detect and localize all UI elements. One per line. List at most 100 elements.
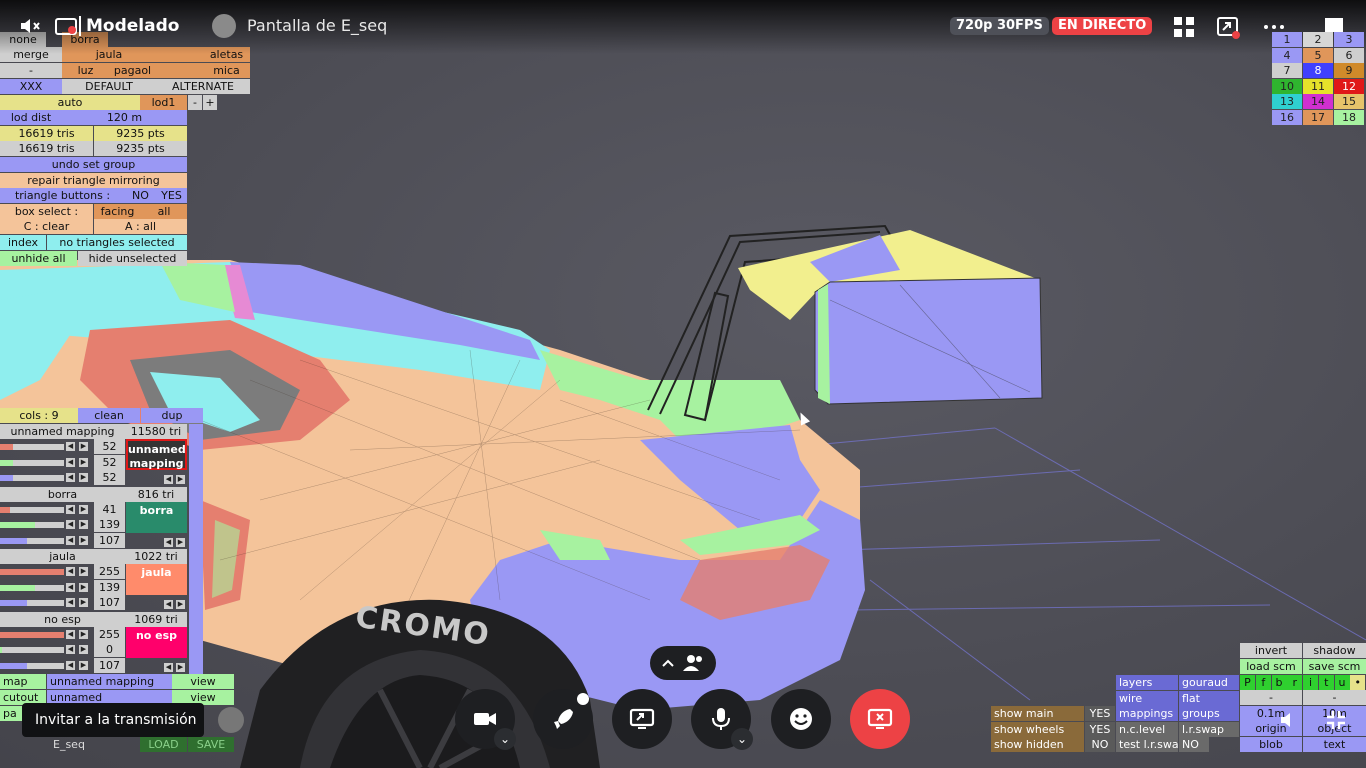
speaker-muted-icon[interactable] bbox=[18, 14, 42, 38]
decrement-arrow[interactable]: ◀ bbox=[66, 457, 75, 467]
group-8-button[interactable]: 8 bbox=[1303, 63, 1333, 78]
swatch-prev-arrow[interactable]: ◀ bbox=[164, 475, 173, 484]
mapping-name[interactable]: borra bbox=[0, 486, 125, 502]
group-17-button[interactable]: 17 bbox=[1303, 109, 1333, 125]
decrement-arrow[interactable]: ◀ bbox=[66, 567, 75, 576]
group-13-button[interactable]: 13 bbox=[1272, 94, 1302, 109]
increment-arrow[interactable]: ▶ bbox=[79, 520, 88, 529]
group-14-button[interactable]: 14 bbox=[1303, 94, 1333, 109]
increment-arrow[interactable]: ▶ bbox=[79, 442, 88, 451]
box-select-all[interactable]: all bbox=[141, 204, 187, 219]
display-mode-option-2[interactable]: l.r.swap bbox=[1179, 721, 1239, 737]
save-scm-button[interactable]: save scm bbox=[1303, 659, 1366, 674]
increment-arrow[interactable]: ▶ bbox=[79, 660, 88, 670]
grid-option-2[interactable]: text bbox=[1303, 736, 1366, 752]
increment-arrow[interactable]: ▶ bbox=[79, 457, 88, 467]
render-flag-5[interactable]: t bbox=[1318, 675, 1334, 690]
microphone-options-chevron[interactable]: ⌄ bbox=[731, 728, 753, 750]
display-mode-option-2[interactable]: groups bbox=[1179, 706, 1239, 721]
visibility-toggle-label[interactable]: show main bbox=[991, 706, 1084, 721]
volume-icon[interactable] bbox=[1278, 708, 1302, 732]
swatch-next-arrow[interactable]: ▶ bbox=[176, 600, 185, 609]
footer-map-value[interactable]: unnamed mapping bbox=[47, 674, 172, 689]
undo-set-group-button[interactable]: undo set group bbox=[0, 157, 187, 172]
decrement-arrow[interactable]: ◀ bbox=[66, 442, 75, 451]
group-16-button[interactable]: 16 bbox=[1272, 109, 1302, 125]
rgb-value[interactable]: 107 bbox=[94, 657, 125, 673]
mapping-color-swatch[interactable]: borra bbox=[126, 501, 187, 533]
footer-map-view-button[interactable]: view bbox=[172, 674, 234, 689]
rgb-value[interactable]: 107 bbox=[94, 532, 125, 548]
group-5-button[interactable]: 5 bbox=[1303, 47, 1333, 63]
visibility-toggle-value[interactable]: YES bbox=[1085, 721, 1115, 737]
render-flag-7[interactable]: • bbox=[1350, 675, 1366, 690]
swatch-next-arrow[interactable]: ▶ bbox=[176, 662, 185, 672]
increment-arrow[interactable]: ▶ bbox=[79, 629, 88, 639]
camera-options-chevron[interactable]: ⌄ bbox=[494, 728, 516, 750]
rgb-value[interactable]: 107 bbox=[94, 595, 125, 610]
increment-arrow[interactable]: ▶ bbox=[79, 473, 88, 482]
display-mode-option[interactable]: wire bbox=[1116, 690, 1178, 706]
swatch-prev-arrow[interactable]: ◀ bbox=[164, 600, 173, 609]
render-flag-4[interactable]: i bbox=[1303, 675, 1318, 690]
rgb-value[interactable]: 255 bbox=[94, 626, 125, 642]
rgb-value[interactable]: 255 bbox=[94, 564, 125, 579]
display-mode-option-2[interactable]: flat bbox=[1179, 690, 1239, 706]
decrement-arrow[interactable]: ◀ bbox=[66, 520, 75, 529]
increment-arrow[interactable]: ▶ bbox=[79, 582, 88, 592]
rgb-value[interactable]: 41 bbox=[94, 501, 125, 517]
invite-to-stream-button[interactable]: Invitar a la transmisión bbox=[22, 703, 204, 737]
unhide-all-button[interactable]: unhide all bbox=[0, 251, 77, 266]
share-screen-button[interactable] bbox=[612, 689, 672, 749]
grid-option[interactable]: - bbox=[1240, 690, 1302, 705]
rgb-value[interactable]: 52 bbox=[94, 470, 125, 485]
participants-toggle[interactable] bbox=[650, 646, 716, 680]
shadow-button[interactable]: shadow bbox=[1303, 643, 1366, 658]
triangle-buttons-yes[interactable]: YES bbox=[156, 188, 187, 203]
mode-default-button[interactable]: DEFAULT bbox=[62, 79, 156, 94]
rgb-value[interactable]: 52 bbox=[94, 439, 125, 454]
group-15-button[interactable]: 15 bbox=[1334, 94, 1364, 109]
group-pagaol-button[interactable]: pagaol bbox=[109, 63, 156, 78]
visibility-toggle-label[interactable]: show wheels bbox=[991, 721, 1084, 737]
popout-icon[interactable] bbox=[1216, 15, 1240, 39]
mapping-name[interactable]: jaula bbox=[0, 549, 125, 564]
group-11-button[interactable]: 11 bbox=[1303, 78, 1333, 94]
increment-arrow[interactable]: ▶ bbox=[79, 504, 88, 514]
mapping-name[interactable]: no esp bbox=[0, 611, 125, 627]
group-12-button[interactable]: 12 bbox=[1334, 78, 1364, 94]
increment-arrow[interactable]: ▶ bbox=[79, 598, 88, 607]
lod-dist-value[interactable]: 120 m bbox=[62, 110, 187, 125]
rgb-value[interactable]: 0 bbox=[94, 642, 125, 657]
display-mode-option[interactable]: layers bbox=[1116, 675, 1178, 690]
group-9-button[interactable]: 9 bbox=[1334, 63, 1364, 78]
render-flag-2[interactable]: b bbox=[1271, 675, 1287, 690]
decrement-arrow[interactable]: ◀ bbox=[66, 629, 75, 639]
mapping-color-swatch[interactable]: no esp bbox=[126, 626, 187, 658]
group-3-button[interactable]: 3 bbox=[1334, 32, 1364, 47]
render-flag-3[interactable]: r bbox=[1287, 675, 1303, 690]
hide-unselected-button[interactable]: hide unselected bbox=[78, 251, 187, 266]
emoji-button[interactable] bbox=[771, 689, 831, 749]
load-button[interactable]: LOAD bbox=[140, 737, 187, 752]
display-mode-option[interactable]: n.c.level bbox=[1116, 721, 1178, 737]
group-6-button[interactable]: 6 bbox=[1334, 47, 1364, 63]
increment-arrow[interactable]: ▶ bbox=[79, 535, 88, 545]
render-flag-0[interactable]: P bbox=[1240, 675, 1255, 690]
swatch-prev-arrow[interactable]: ◀ bbox=[164, 662, 173, 672]
invert-button[interactable]: invert bbox=[1240, 643, 1302, 658]
grid-layout-icon[interactable] bbox=[1173, 16, 1195, 38]
grid-option[interactable]: blob bbox=[1240, 736, 1302, 752]
render-flag-6[interactable]: u bbox=[1334, 675, 1350, 690]
mapping-color-swatch[interactable]: unnamed mapping bbox=[126, 439, 187, 470]
display-mode-option[interactable]: mappings bbox=[1116, 706, 1178, 721]
group-empty-cell-2[interactable] bbox=[156, 63, 203, 78]
group-luz-button[interactable]: luz bbox=[62, 63, 109, 78]
display-mode-option[interactable]: test l.r.swap bbox=[1116, 737, 1178, 752]
decrement-arrow[interactable]: ◀ bbox=[66, 598, 75, 607]
clean-button[interactable]: clean bbox=[78, 408, 140, 423]
decrement-arrow[interactable]: ◀ bbox=[66, 535, 75, 545]
mapping-color-swatch[interactable]: jaula bbox=[126, 564, 187, 595]
save-button[interactable]: SAVE bbox=[188, 737, 234, 752]
visibility-toggle-value[interactable]: YES bbox=[1085, 706, 1115, 721]
